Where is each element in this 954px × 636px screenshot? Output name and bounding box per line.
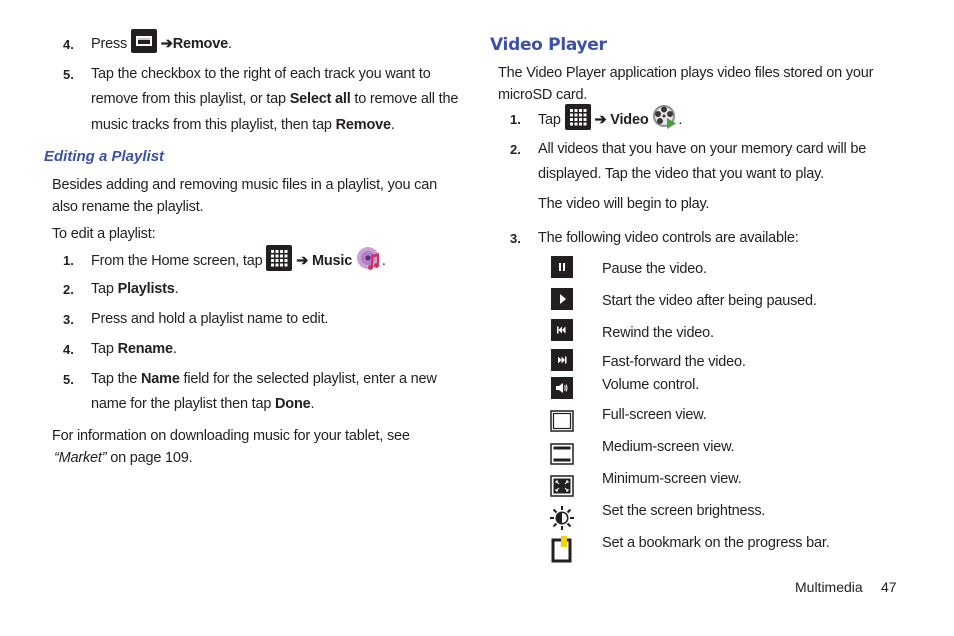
brightness-icon bbox=[549, 505, 575, 531]
period: . bbox=[678, 111, 683, 128]
step-text: music tracks from this playlist, then ta… bbox=[91, 116, 395, 134]
text: From the Home screen, tap bbox=[91, 252, 263, 269]
text: field for the selected playlist, enter a… bbox=[179, 371, 437, 387]
volume-icon bbox=[551, 377, 573, 399]
step-number: 2. bbox=[510, 142, 521, 157]
text: Tap bbox=[91, 341, 118, 357]
step-number: 5. bbox=[63, 372, 74, 387]
step-text: Tap the checkbox to the right of each tr… bbox=[91, 66, 431, 82]
step-number: 5. bbox=[63, 67, 74, 82]
apps-grid-icon bbox=[266, 245, 293, 271]
step-text: Tap Rename. bbox=[91, 340, 177, 358]
paragraph: “Market” on page 109. bbox=[54, 449, 193, 467]
rename-label: Rename bbox=[117, 341, 173, 357]
control-label: Volume control. bbox=[602, 377, 699, 393]
text: Tap the bbox=[91, 371, 141, 387]
arrow: ➔ bbox=[594, 111, 607, 128]
control-label: Fast-forward the video. bbox=[602, 354, 746, 370]
minimum-screen-icon bbox=[550, 475, 574, 497]
arrow: ➔ bbox=[296, 252, 309, 269]
step-text: Tap ➔ Video . bbox=[538, 104, 683, 130]
bookmark-icon bbox=[551, 535, 573, 563]
done-label: Done bbox=[275, 396, 311, 412]
step-text: From the Home screen, tap ➔ Music . bbox=[91, 245, 386, 271]
step-number: 4. bbox=[63, 37, 74, 52]
step-text: The following video controls are availab… bbox=[538, 230, 799, 246]
control-label: Start the video after being paused. bbox=[602, 293, 817, 309]
step-text: remove from this playlist, or tap Select… bbox=[91, 90, 458, 108]
control-label: Pause the video. bbox=[602, 261, 707, 277]
period: . bbox=[172, 341, 177, 357]
step-text-pre: Press bbox=[91, 36, 128, 52]
text: Tap bbox=[91, 281, 118, 297]
arrow: ➔ bbox=[160, 36, 173, 52]
name-label: Name bbox=[141, 371, 180, 387]
period: . bbox=[381, 252, 386, 269]
pause-icon bbox=[551, 256, 573, 278]
text: remove from this playlist, or tap bbox=[91, 91, 290, 107]
step-text: name for the playlist then tap Done. bbox=[91, 395, 315, 413]
step-number: 1. bbox=[510, 112, 521, 127]
remove-label: Remove bbox=[335, 117, 391, 133]
playlists-label: Playlists bbox=[117, 281, 175, 297]
period: . bbox=[227, 36, 232, 52]
video-label: Video bbox=[610, 111, 649, 128]
step-text: All videos that you have on your memory … bbox=[538, 141, 867, 157]
paragraph: Besides adding and removing music files … bbox=[52, 177, 437, 193]
section-heading: Editing a Playlist bbox=[44, 148, 165, 165]
paragraph: also rename the playlist. bbox=[52, 199, 204, 215]
full-screen-icon bbox=[550, 410, 574, 432]
step-text: Press ➔Remove. bbox=[91, 29, 232, 54]
paragraph: For information on downloading music for… bbox=[52, 428, 410, 444]
menu-key-icon bbox=[130, 29, 157, 54]
step-text: displayed. Tap the video that you want t… bbox=[538, 166, 824, 182]
video-app-icon bbox=[652, 104, 678, 130]
remove-label: Remove bbox=[172, 36, 228, 52]
control-label: Set the screen brightness. bbox=[602, 503, 766, 519]
medium-screen-icon bbox=[550, 443, 574, 465]
paragraph: microSD card. bbox=[498, 87, 588, 103]
footer-section: Multimedia bbox=[795, 579, 863, 595]
paragraph: The Video Player application plays video… bbox=[498, 65, 874, 81]
control-label: Minimum-screen view. bbox=[602, 471, 742, 487]
fast-forward-icon bbox=[551, 349, 573, 371]
music-label: Music bbox=[311, 252, 353, 269]
step-number: 2. bbox=[63, 282, 74, 297]
select-all-label: Select all bbox=[289, 91, 351, 107]
market-link[interactable]: “Market” bbox=[54, 450, 107, 466]
play-icon bbox=[551, 288, 573, 310]
period: . bbox=[174, 281, 179, 297]
step-number: 3. bbox=[63, 312, 74, 327]
step-text: Press and hold a playlist name to edit. bbox=[91, 311, 329, 327]
paragraph: To edit a playlist: bbox=[52, 226, 156, 242]
step-number: 1. bbox=[63, 253, 74, 268]
control-label: Medium-screen view. bbox=[602, 439, 735, 455]
page-number: 47 bbox=[881, 579, 897, 595]
control-label: Set a bookmark on the progress bar. bbox=[602, 535, 830, 551]
step-number: 3. bbox=[510, 231, 521, 246]
text: to remove all the bbox=[350, 91, 459, 107]
control-label: Full-screen view. bbox=[602, 407, 707, 423]
text: on page 109. bbox=[106, 450, 193, 466]
text: name for the playlist then tap bbox=[91, 396, 276, 412]
control-label: Rewind the video. bbox=[602, 325, 714, 341]
text: . bbox=[390, 117, 395, 133]
step-text: Tap the Name field for the selected play… bbox=[91, 370, 437, 388]
apps-grid-icon bbox=[564, 104, 591, 130]
section-heading: Video Player bbox=[490, 35, 607, 55]
rewind-icon bbox=[551, 319, 573, 341]
text: music tracks from this playlist, then ta… bbox=[91, 117, 336, 133]
period: . bbox=[310, 396, 315, 412]
step-note: The video will begin to play. bbox=[538, 196, 710, 212]
step-number: 4. bbox=[63, 342, 74, 357]
music-app-icon bbox=[356, 245, 382, 271]
step-text: Tap Playlists. bbox=[91, 280, 179, 298]
text: Tap bbox=[538, 111, 561, 128]
